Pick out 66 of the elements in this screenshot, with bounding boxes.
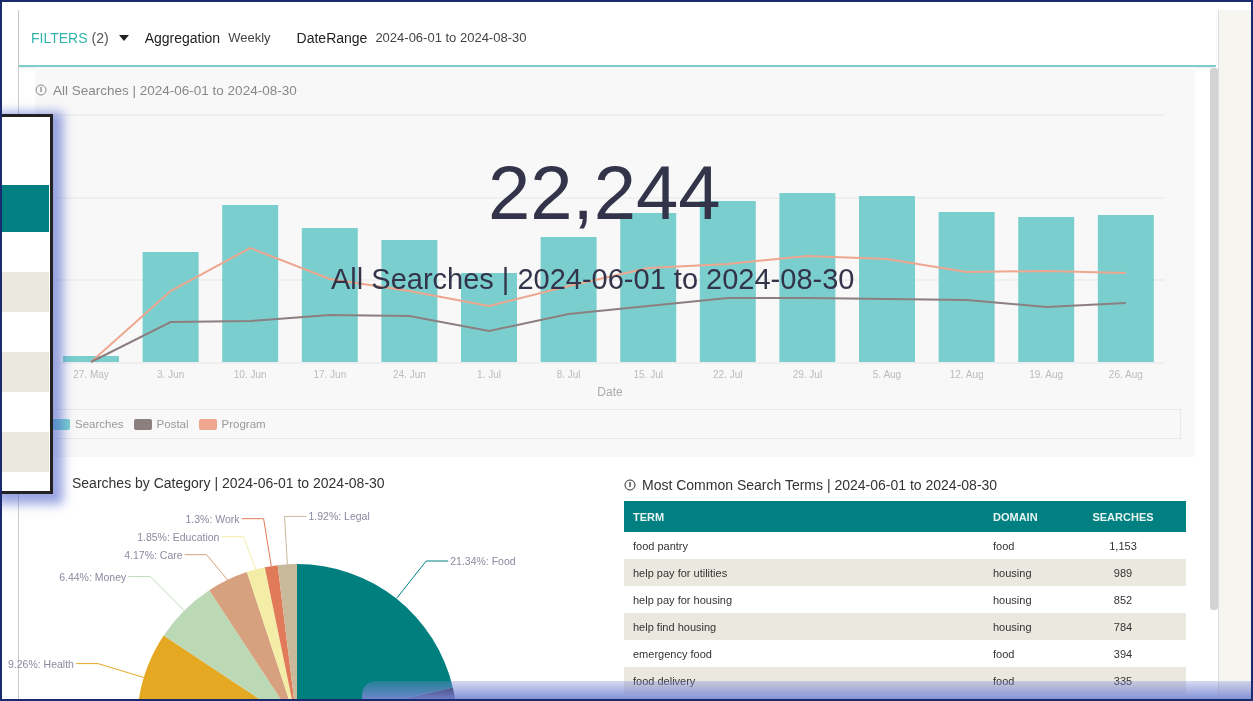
slice-label: 1.85%: Education: [137, 530, 220, 543]
axis-title: Date: [597, 385, 623, 399]
axis-label: 12. Aug: [949, 369, 984, 380]
legend-label: Postal: [156, 418, 189, 430]
table-cell-text: housing: [993, 566, 1033, 579]
table-cell-text: 335: [1112, 674, 1134, 687]
table-cell-text: 1,153: [1108, 539, 1138, 552]
table-cell-text: housing: [993, 620, 1033, 633]
table-cell-text: 852: [1112, 593, 1134, 606]
axis-label: 24. Jun: [393, 369, 426, 380]
table-cell-text: food: [993, 539, 1016, 552]
axis-label: 8. Jul: [556, 369, 581, 380]
list-item[interactable]: [2, 272, 49, 312]
table-cell-text: food: [993, 674, 1016, 687]
table-cell-text: housing: [993, 593, 1033, 606]
filter-label: Aggregation: [144, 29, 221, 46]
table-cell-text: food pantry: [632, 539, 690, 552]
column-header[interactable]: TERM: [624, 510, 993, 523]
slice-label: 1.3%: Work: [185, 512, 240, 525]
list-item[interactable]: [2, 432, 49, 472]
kpi-value: 22,244: [488, 155, 721, 231]
leader-line: [184, 554, 228, 581]
table-cell-text: emergency food: [632, 647, 713, 660]
filters-dropdown[interactable]: FILTERS (2): [31, 29, 129, 46]
filter-value: 2024-06-01 to 2024-08-30: [375, 30, 527, 45]
scrollbar[interactable]: [1210, 68, 1218, 610]
table-cell-text: 989: [1112, 566, 1134, 579]
slice-label: 1.92%: Legal: [308, 510, 370, 523]
slice-label: 6.44%: Money: [59, 570, 127, 583]
info-icon: [35, 84, 47, 96]
leader-line: [75, 663, 145, 678]
table-cell-text: food delivery: [632, 674, 697, 687]
chart-title: All Searches | 2024-06-01 to 2024-08-30: [53, 82, 297, 98]
table-title: Most Common Search Terms | 2024-06-01 to 2024-08-30: [642, 477, 998, 493]
list-item[interactable]: [2, 352, 49, 392]
legend-label: Searches: [75, 418, 124, 430]
chart-bar: [63, 356, 119, 362]
slice-label: 4.17%: Care: [124, 548, 183, 561]
table-cell-text: food: [993, 647, 1016, 660]
axis-label: 27. May: [73, 369, 109, 380]
slice-label: 21.34%: Food: [450, 555, 516, 567]
axis-label: 26. Aug: [1108, 369, 1143, 380]
table-cell-text: help find housing: [632, 620, 718, 633]
legend-label: Program: [221, 418, 266, 430]
axis-label: 19. Aug: [1029, 369, 1064, 380]
caret-icon: [118, 34, 129, 41]
axis-label: 17. Jun: [313, 369, 347, 380]
chart-title: Searches by Category | 2024-06-01 to 2024-08-30: [71, 474, 386, 493]
table-cell-text: 394: [1112, 647, 1134, 660]
info-icon: [624, 479, 636, 491]
leader-line: [395, 560, 449, 600]
column-header[interactable]: SEARCHES: [1083, 510, 1163, 523]
table-cell-text: 784: [1112, 620, 1134, 633]
column-header[interactable]: DOMAIN: [993, 510, 1083, 523]
axis-label: 15. Jul: [633, 369, 663, 380]
axis-label: 3. Jun: [157, 369, 185, 380]
table-cell-text: help pay for utilities: [632, 566, 729, 579]
leader-line: [127, 576, 185, 612]
axis-label: 22. Jul: [713, 369, 743, 380]
leader-line: [284, 515, 307, 565]
table-cell-text: help pay for housing: [632, 593, 734, 606]
list-item[interactable]: [2, 185, 49, 232]
filter-value: Weekly: [228, 30, 271, 45]
axis-label: 5. Aug: [872, 369, 902, 380]
filter-label: DateRange: [296, 29, 368, 46]
slice-label: 9.26%: Health: [8, 657, 74, 670]
